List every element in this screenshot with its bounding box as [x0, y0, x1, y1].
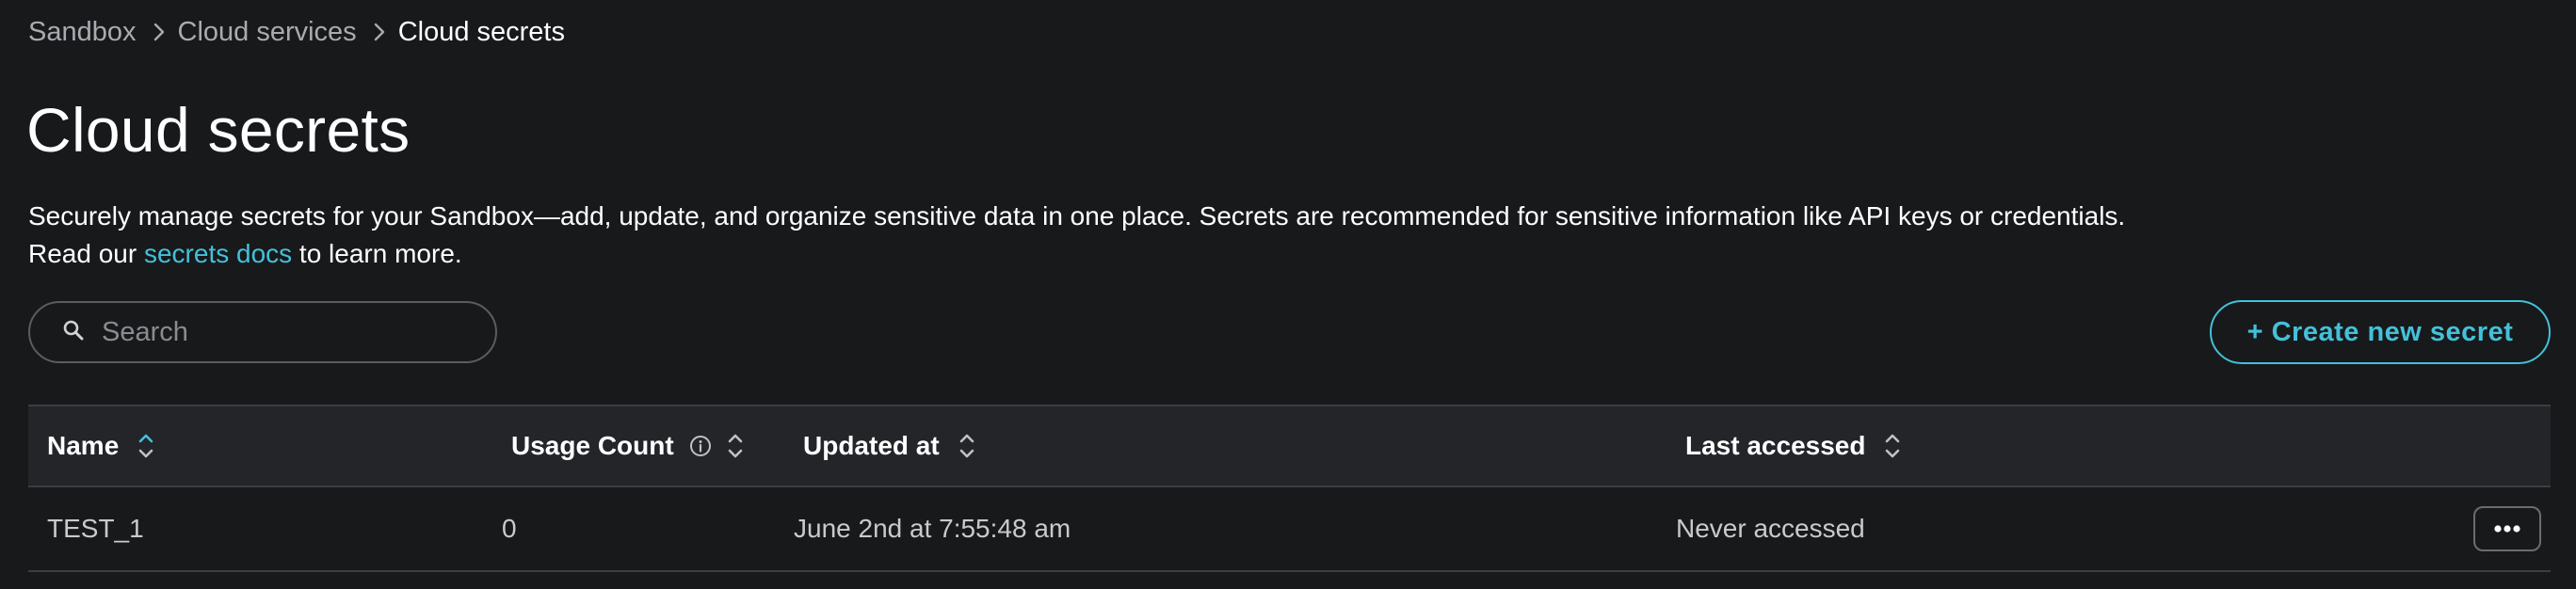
description-prefix: Read our — [28, 239, 144, 268]
breadcrumb-item-cloud-services[interactable]: Cloud services — [178, 17, 357, 48]
create-new-secret-button[interactable]: + Create new secret — [2210, 300, 2551, 364]
search-icon — [62, 319, 85, 346]
cell-updated-at: June 2nd at 7:55:48 am — [794, 514, 1071, 543]
sort-icon[interactable] — [958, 431, 975, 461]
table-row[interactable]: TEST_1 0 June 2nd at 7:55:48 am Never ac… — [28, 487, 2551, 572]
page-title: Cloud secrets — [26, 95, 411, 165]
cell-name: TEST_1 — [47, 514, 144, 543]
breadcrumb-item-cloud-secrets: Cloud secrets — [397, 16, 565, 47]
cell-last-accessed: Never accessed — [1676, 514, 1865, 543]
more-horizontal-icon — [2493, 522, 2521, 536]
cell-usage-count: 0 — [502, 514, 517, 543]
secrets-docs-link[interactable]: secrets docs — [144, 239, 292, 268]
table-header: Name Usage Count Updated at Last accesse… — [28, 405, 2551, 487]
column-header-label: Usage Count — [511, 431, 674, 460]
column-header-updated-at[interactable]: Updated at — [803, 406, 975, 486]
search-input[interactable] — [100, 315, 461, 349]
description-line-2: Read our secrets docs to learn more. — [28, 235, 2125, 273]
column-header-label: Name — [47, 431, 120, 460]
column-header-label: Updated at — [803, 431, 940, 460]
breadcrumb: Sandbox Cloud services Cloud secrets — [28, 15, 565, 49]
description-suffix: to learn more. — [292, 239, 462, 268]
chevron-right-icon — [374, 23, 385, 41]
info-icon[interactable] — [689, 435, 712, 457]
column-header-last-accessed[interactable]: Last accessed — [1685, 406, 1901, 486]
row-actions-button[interactable] — [2473, 506, 2541, 551]
column-header-label: Last accessed — [1685, 431, 1866, 460]
page-description: Securely manage secrets for your Sandbox… — [28, 198, 2125, 273]
search-box[interactable] — [28, 301, 497, 363]
chevron-right-icon — [153, 23, 165, 41]
breadcrumb-item-sandbox[interactable]: Sandbox — [28, 17, 137, 48]
column-header-usage-count[interactable]: Usage Count — [511, 406, 744, 486]
sort-icon[interactable] — [1884, 431, 1901, 461]
description-line-1: Securely manage secrets for your Sandbox… — [28, 201, 2126, 231]
sort-icon[interactable] — [727, 431, 744, 461]
secrets-table: Name Usage Count Updated at Last accesse… — [28, 405, 2551, 572]
sort-icon[interactable] — [137, 431, 154, 461]
column-header-name[interactable]: Name — [47, 406, 154, 486]
